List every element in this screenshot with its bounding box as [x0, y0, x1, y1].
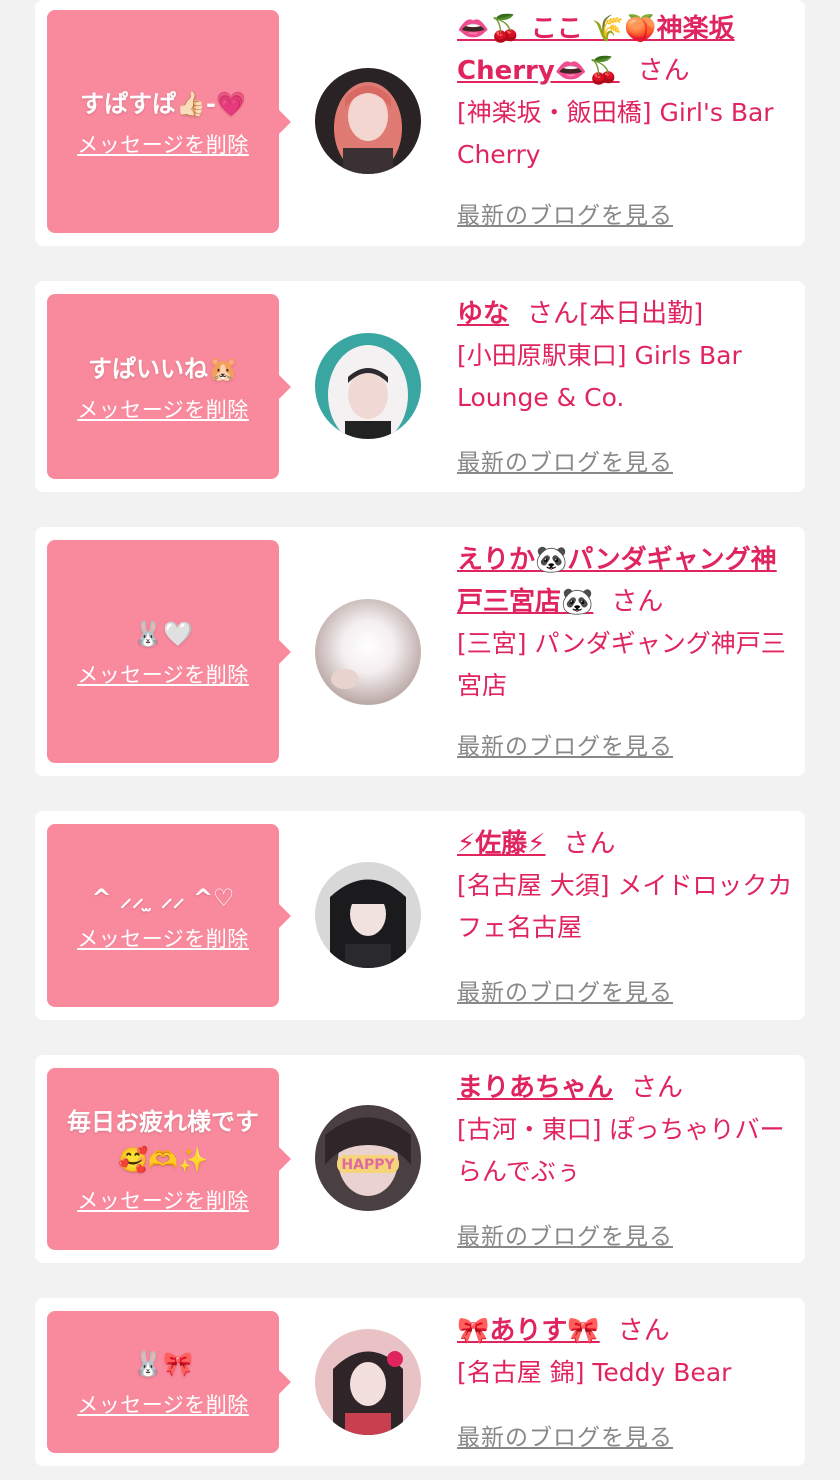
cast-info: 👄🍒 ここ 🌾🍑神楽坂Cherry👄🍒 さん [神楽坂・飯田橋] Girl's B…	[457, 8, 797, 176]
message-card: すぱすぱ👍🏻-💗 メッセージを削除 👄🍒 ここ 🌾🍑神楽坂Cherry👄🍒 さん …	[35, 0, 805, 246]
blog-link[interactable]: 最新のブログを見る	[457, 973, 673, 1007]
avatar-photo-icon	[315, 68, 421, 174]
avatar-photo-icon	[315, 599, 421, 705]
blog-link[interactable]: 最新のブログを見る	[457, 727, 673, 761]
avatar[interactable]	[315, 599, 421, 705]
blog-link[interactable]: 最新のブログを見る	[457, 443, 673, 477]
delete-message-link[interactable]: メッセージを削除	[77, 1185, 249, 1215]
cast-name-link[interactable]: 🎀ありす🎀	[457, 1316, 600, 1346]
cast-info: えりか🐼パンダギャング神戸三宮店🐼 さん [三宮] パンダギャング神戸三宮店	[457, 539, 797, 707]
cast-name-link[interactable]: まりあちゃん	[457, 1073, 613, 1103]
message-text: 毎日お疲れ様です🥰🫶✨	[67, 1108, 259, 1174]
cast-info: ゆな さん[本日出勤] [小田原駅東口] Girls Bar Lounge & C…	[457, 293, 797, 419]
shop-text: [名古屋 錦] Teddy Bear	[457, 1358, 732, 1387]
message-text: 🐰🤍	[133, 619, 193, 648]
cast-info: ⚡佐藤⚡ さん [名古屋 大須] メイドロックカフェ名古屋	[457, 823, 797, 949]
message-card: ^ ⸝⸝ ̫ ⸝⸝ ^♡ メッセージを削除 ⚡佐藤⚡ さん [名古屋 大須] メイ…	[35, 811, 805, 1020]
message-text: すぱすぱ👍🏻-💗	[80, 89, 246, 118]
avatar[interactable]	[315, 862, 421, 968]
cast-name-link[interactable]: ⚡佐藤⚡	[457, 829, 546, 859]
delete-message-link[interactable]: メッセージを削除	[77, 129, 249, 159]
honorific: さん	[611, 587, 664, 617]
shop-text: [神楽坂・飯田橋] Girl's Bar Cherry	[457, 98, 774, 169]
message-bubble: 🐰🎀 メッセージを削除	[47, 1311, 291, 1453]
delete-message-link[interactable]: メッセージを削除	[77, 394, 249, 424]
message-text: すぱいいね🐹	[88, 354, 238, 383]
avatar-photo-icon: HAPPY	[315, 1105, 421, 1211]
blog-link[interactable]: 最新のブログを見る	[457, 1418, 673, 1452]
message-card: すぱいいね🐹 メッセージを削除 ゆな さん[本日出勤] [小田原駅東口] Girl…	[35, 281, 805, 492]
avatar-photo-icon	[315, 1329, 421, 1435]
shop-text: [小田原駅東口] Girls Bar Lounge & Co.	[457, 341, 742, 412]
delete-message-link[interactable]: メッセージを削除	[77, 923, 249, 953]
avatar[interactable]	[315, 1329, 421, 1435]
message-card: 毎日お疲れ様です🥰🫶✨ メッセージを削除 HAPPY まりあちゃん さん [古河・…	[35, 1055, 805, 1263]
message-bubble: すぱいいね🐹 メッセージを削除	[47, 294, 291, 479]
avatar-photo-icon	[315, 333, 421, 439]
message-bubble: ^ ⸝⸝ ̫ ⸝⸝ ^♡ メッセージを削除	[47, 824, 291, 1007]
honorific: さん	[637, 56, 690, 86]
cast-info: まりあちゃん さん [古河・東口] ぽっちゃりバー らんでぶぅ	[457, 1067, 797, 1193]
status-text: [本日出勤]	[579, 299, 704, 329]
cast-name-link[interactable]: ゆな	[457, 299, 509, 329]
delete-message-link[interactable]: メッセージを削除	[77, 1389, 249, 1419]
message-bubble: 🐰🤍 メッセージを削除	[47, 540, 291, 763]
message-text: 🐰🎀	[133, 1350, 193, 1378]
message-bubble: すぱすぱ👍🏻-💗 メッセージを削除	[47, 10, 291, 233]
avatar[interactable]: HAPPY	[315, 1105, 421, 1211]
blog-link[interactable]: 最新のブログを見る	[457, 1217, 673, 1251]
svg-text:HAPPY: HAPPY	[341, 1157, 395, 1173]
delete-message-link[interactable]: メッセージを削除	[77, 659, 249, 689]
honorific: さん	[563, 829, 616, 859]
shop-text: [三宮] パンダギャング神戸三宮店	[457, 629, 786, 700]
avatar[interactable]	[315, 333, 421, 439]
cast-name-link[interactable]: 👄🍒 ここ 🌾🍑神楽坂Cherry👄🍒	[457, 14, 735, 86]
honorific: さん	[617, 1316, 670, 1346]
shop-text: [名古屋 大須] メイドロックカフェ名古屋	[457, 871, 793, 942]
shop-text: [古河・東口] ぽっちゃりバー らんでぶぅ	[457, 1115, 785, 1186]
message-card: 🐰🤍 メッセージを削除 えりか🐼パンダギャング神戸三宮店🐼 さん [三宮] パンダ…	[35, 527, 805, 776]
message-card: 🐰🎀 メッセージを削除 🎀ありす🎀 さん [名古屋 錦] Teddy Bear 最…	[35, 1298, 805, 1466]
cast-info: 🎀ありす🎀 さん [名古屋 錦] Teddy Bear	[457, 1310, 797, 1394]
avatar[interactable]	[315, 68, 421, 174]
message-text: ^ ⸝⸝ ̫ ⸝⸝ ^♡	[91, 883, 235, 912]
message-bubble: 毎日お疲れ様です🥰🫶✨ メッセージを削除	[47, 1068, 291, 1250]
honorific: さん	[631, 1073, 684, 1103]
blog-link[interactable]: 最新のブログを見る	[457, 196, 673, 230]
honorific: さん	[527, 299, 580, 329]
avatar-photo-icon	[315, 862, 421, 968]
